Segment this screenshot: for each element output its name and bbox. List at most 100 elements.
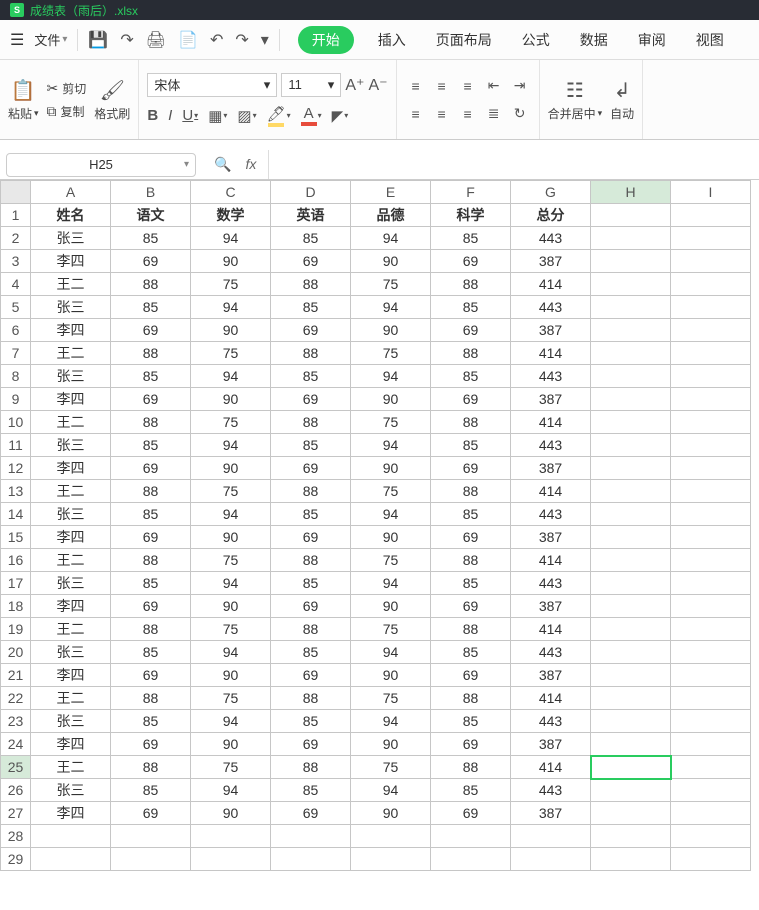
cell[interactable]: 75 [191,480,271,503]
cell[interactable]: 张三 [31,641,111,664]
cell[interactable]: 85 [431,641,511,664]
cell[interactable] [511,848,591,871]
cell[interactable]: 443 [511,779,591,802]
cell[interactable] [671,365,751,388]
cell[interactable] [671,388,751,411]
cell[interactable]: 69 [271,250,351,273]
cell[interactable]: 王二 [31,549,111,572]
cell[interactable]: 75 [351,411,431,434]
cell[interactable]: 94 [351,503,431,526]
cell[interactable]: 387 [511,388,591,411]
indent-increase-icon[interactable]: ⇥ [509,74,531,98]
cell[interactable] [111,848,191,871]
cell[interactable]: 94 [351,572,431,595]
cell[interactable] [671,526,751,549]
column-header[interactable]: B [111,181,191,204]
cell[interactable]: 85 [271,365,351,388]
cell[interactable]: 88 [271,480,351,503]
tab-layout[interactable]: 页面布局 [430,26,498,54]
cell[interactable]: 85 [271,779,351,802]
row-header[interactable]: 16 [1,549,31,572]
cell[interactable] [591,779,671,802]
cell[interactable]: 总分 [511,204,591,227]
column-header[interactable]: A [31,181,111,204]
cell[interactable] [591,687,671,710]
cell[interactable] [591,848,671,871]
cell[interactable]: 88 [111,687,191,710]
print-icon[interactable]: 🖨 [146,30,166,50]
cell[interactable]: 387 [511,595,591,618]
cell[interactable]: 88 [271,273,351,296]
row-header[interactable]: 27 [1,802,31,825]
cell[interactable]: 85 [271,227,351,250]
copy-button[interactable]: ⧉复制 [47,103,87,120]
cut-button[interactable]: ✂剪切 [47,80,87,97]
cell[interactable] [591,526,671,549]
cell[interactable] [671,457,751,480]
cell[interactable]: 387 [511,457,591,480]
cell[interactable]: 88 [431,411,511,434]
cell[interactable]: 李四 [31,526,111,549]
cell[interactable]: 443 [511,365,591,388]
cell[interactable] [671,572,751,595]
cell[interactable]: 75 [351,756,431,779]
cell[interactable]: 90 [351,250,431,273]
cell[interactable] [111,825,191,848]
cell[interactable]: 443 [511,641,591,664]
underline-button[interactable]: U▾ [182,107,198,124]
cell[interactable]: 85 [111,227,191,250]
cell[interactable]: 94 [351,365,431,388]
tab-data[interactable]: 数据 [574,26,614,54]
cell[interactable] [671,503,751,526]
cell[interactable]: 90 [351,526,431,549]
cell[interactable]: 88 [111,549,191,572]
cell[interactable]: 75 [191,342,271,365]
cell[interactable]: 69 [111,802,191,825]
cell[interactable]: 90 [351,319,431,342]
cell[interactable] [671,848,751,871]
column-header[interactable]: H [591,181,671,204]
cell[interactable]: 69 [271,457,351,480]
cell[interactable] [591,388,671,411]
cell[interactable] [591,664,671,687]
cell[interactable]: 90 [191,802,271,825]
row-header[interactable]: 1 [1,204,31,227]
cell[interactable]: 李四 [31,457,111,480]
cell[interactable]: 414 [511,273,591,296]
font-color-button[interactable]: A▾ [301,105,322,126]
row-header[interactable]: 26 [1,779,31,802]
cell[interactable]: 69 [431,457,511,480]
cell[interactable]: 94 [191,365,271,388]
cell[interactable]: 69 [111,595,191,618]
cell[interactable] [591,480,671,503]
cell[interactable]: 88 [111,480,191,503]
cell[interactable]: 414 [511,411,591,434]
cell[interactable] [351,825,431,848]
cell[interactable] [671,273,751,296]
cell[interactable]: 69 [431,319,511,342]
cell[interactable] [591,825,671,848]
cell[interactable]: 414 [511,549,591,572]
cell[interactable]: 69 [271,388,351,411]
cell[interactable] [591,273,671,296]
fx-label[interactable]: fx [245,156,256,173]
cell[interactable]: 90 [351,388,431,411]
cell[interactable]: 387 [511,664,591,687]
cell[interactable]: 75 [191,687,271,710]
row-header[interactable]: 13 [1,480,31,503]
font-size-select[interactable]: 11 ▾ [281,73,341,97]
tab-formula[interactable]: 公式 [516,26,556,54]
row-header[interactable]: 15 [1,526,31,549]
cell[interactable] [591,595,671,618]
cell[interactable]: 88 [431,687,511,710]
cell[interactable]: 69 [111,319,191,342]
cell[interactable] [671,618,751,641]
cell[interactable] [591,457,671,480]
cell[interactable]: 李四 [31,664,111,687]
cell[interactable]: 69 [111,250,191,273]
cell[interactable]: 88 [431,549,511,572]
cell[interactable]: 69 [111,457,191,480]
cell[interactable]: 69 [271,319,351,342]
cell[interactable]: 90 [351,664,431,687]
row-header[interactable]: 23 [1,710,31,733]
